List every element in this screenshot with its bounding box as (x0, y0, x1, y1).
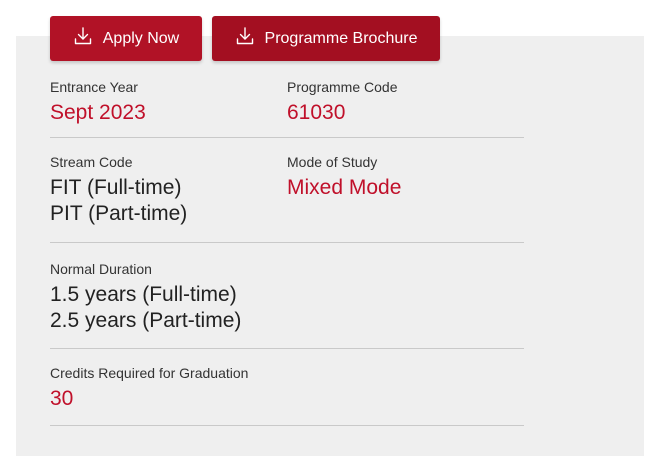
normal-duration-value-parttime: 2.5 years (Part-time) (50, 309, 242, 332)
divider (50, 242, 524, 243)
programme-brochure-label: Programme Brochure (264, 29, 418, 47)
apply-now-label: Apply Now (102, 29, 180, 47)
entrance-year-label: Entrance Year (50, 79, 138, 95)
credits-value: 30 (50, 387, 74, 410)
credits-label: Credits Required for Graduation (50, 365, 249, 381)
mode-of-study-field: Mode of Study Mixed Mode (287, 153, 401, 201)
normal-duration-value-fulltime: 1.5 years (Full-time) (50, 283, 237, 306)
divider (50, 425, 524, 426)
stream-code-value-parttime: PIT (Part-time) (50, 202, 188, 225)
normal-duration-field: Normal Duration 1.5 years (Full-time) 2.… (50, 260, 241, 334)
programme-brochure-button[interactable]: Programme Brochure (212, 16, 440, 61)
credits-field: Credits Required for Graduation 30 (50, 364, 248, 412)
stream-code-field: Stream Code FIT (Full-time) PIT (Part-ti… (50, 153, 187, 227)
stream-code-label: Stream Code (50, 154, 133, 170)
normal-duration-label: Normal Duration (50, 261, 152, 277)
stream-code-value-fulltime: FIT (Full-time) (50, 176, 182, 199)
entrance-year-value: Sept 2023 (50, 101, 146, 124)
mode-of-study-value: Mixed Mode (287, 176, 402, 199)
download-icon (73, 26, 93, 51)
download-icon (235, 26, 255, 51)
divider (50, 137, 524, 138)
programme-code-value: 61030 (287, 101, 346, 124)
divider (50, 348, 524, 349)
apply-now-button[interactable]: Apply Now (50, 16, 202, 61)
entrance-year-field: Entrance Year Sept 2023 (50, 78, 146, 126)
programme-code-label: Programme Code (287, 79, 398, 95)
programme-code-field: Programme Code 61030 (287, 78, 398, 126)
mode-of-study-label: Mode of Study (287, 154, 378, 170)
